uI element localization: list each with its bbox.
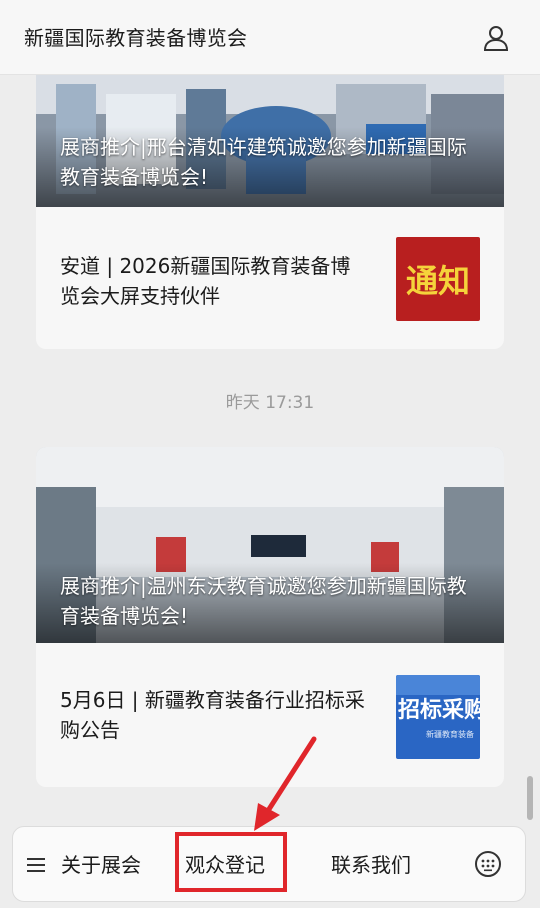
scrollbar-thumb[interactable] [527, 776, 533, 820]
hero-article-link[interactable]: 展商推介|邢台清如许建筑诚邀您参加新疆国际教育装备博览会! [36, 74, 504, 207]
bid-thumbnail: 招标采购 新疆教育装备 [396, 675, 480, 759]
hero-article-link[interactable]: 展商推介|温州东沃教育诚邀您参加新疆国际教育装备博览会! [36, 447, 504, 643]
article-card: 展商推介|邢台清如许建筑诚邀您参加新疆国际教育装备博览会! 安道 | 2026新… [36, 74, 504, 349]
arrow-annotation-icon [254, 736, 317, 831]
user-icon[interactable] [482, 24, 510, 52]
nav-about-button[interactable]: 关于展会 [61, 852, 141, 878]
highlight-box [175, 832, 287, 892]
hero-caption: 展商推介|邢台清如许建筑诚邀您参加新疆国际教育装备博览会! [60, 135, 467, 189]
sub-article-item[interactable]: 安道 | 2026新疆国际教育装备博览会大屏支持伙伴 通知 [36, 207, 504, 349]
keyboard-icon[interactable] [473, 849, 503, 879]
app-header: 新疆国际教育装备博览会 [0, 0, 540, 75]
notice-thumbnail: 通知 [396, 237, 480, 321]
timestamp: 昨天 17:31 [225, 393, 315, 413]
hero-caption: 展商推介|温州东沃教育诚邀您参加新疆国际教育装备博览会! [60, 574, 467, 628]
page-title: 新疆国际教育装备博览会 [24, 26, 248, 50]
thumbnail-sublabel: 新疆教育装备 [426, 729, 474, 739]
thumbnail-label: 通知 [406, 262, 470, 300]
sub-article-title: 安道 | 2026新疆国际教育装备博览会大屏支持伙伴 [60, 254, 351, 308]
thumbnail-label: 招标采购 [398, 697, 480, 723]
menu-icon[interactable] [27, 856, 47, 874]
nav-contact-button[interactable]: 联系我们 [331, 852, 411, 878]
